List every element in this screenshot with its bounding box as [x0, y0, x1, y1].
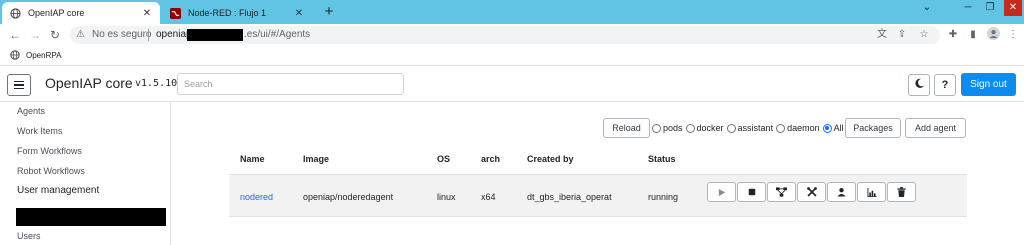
trash-icon: [897, 187, 906, 197]
filter-pods-radio[interactable]: pods: [652, 123, 683, 133]
divider: [148, 29, 149, 41]
address-bar[interactable]: ⚠ No es seguro openiap. .es/ui/#/Agents …: [70, 26, 940, 44]
bookmarks-bar: OpenRPA: [0, 46, 1024, 66]
agent-permissions-button[interactable]: [827, 182, 856, 202]
agent-stats-button[interactable]: [857, 182, 886, 202]
agent-type-filter: pods docker assistant daemon All: [652, 118, 847, 138]
sidebar-item-agents[interactable]: Agents: [17, 106, 45, 116]
restore-icon[interactable]: ❐: [981, 0, 999, 16]
agent-network-button[interactable]: [767, 182, 796, 202]
window-close-icon[interactable]: ✕: [1004, 0, 1022, 16]
redacted-block: [16, 208, 166, 226]
radio-button[interactable]: [726, 123, 736, 133]
app-brand[interactable]: OpenIAP core: [45, 75, 133, 91]
app-version: v1.5.10: [135, 78, 178, 89]
agent-settings-button[interactable]: [797, 182, 826, 202]
column-header-image[interactable]: Image: [303, 154, 329, 164]
url-path: .es/ui/#/Agents: [244, 29, 311, 40]
packages-button[interactable]: Packages: [845, 118, 901, 138]
browser-tab-openiap[interactable]: OpenIAP core ✕: [2, 2, 160, 24]
filter-docker-radio[interactable]: docker: [685, 123, 724, 133]
kebab-menu-icon[interactable]: ⋮: [1005, 27, 1021, 43]
globe-icon: [10, 7, 21, 19]
start-agent-button[interactable]: [707, 182, 736, 202]
filter-all-radio[interactable]: All: [822, 123, 844, 133]
address-bar-row: ← → ↻ ⚠ No es seguro openiap. .es/ui/#/A…: [0, 24, 1024, 46]
tab-title: OpenIAP core: [28, 8, 85, 18]
agent-name-link[interactable]: nodered: [240, 192, 273, 202]
sign-out-button[interactable]: Sign out: [961, 73, 1016, 96]
radio-button[interactable]: [685, 123, 695, 133]
play-icon: [718, 188, 726, 196]
node-red-icon: [170, 7, 181, 19]
side-panel-icon[interactable]: ▮: [965, 27, 981, 43]
agent-status: running: [648, 192, 679, 202]
sidebar-item-work-items[interactable]: Work Items: [17, 126, 62, 136]
close-icon[interactable]: ✕: [292, 8, 306, 19]
column-header-status[interactable]: Status: [648, 154, 676, 164]
filter-label: docker: [696, 123, 724, 133]
radio-button[interactable]: [776, 123, 786, 133]
user-icon: [837, 188, 846, 197]
column-header-arch[interactable]: arch: [481, 154, 500, 164]
help-button[interactable]: ?: [934, 74, 956, 96]
moon-icon: [914, 78, 925, 92]
redacted-block: [187, 29, 243, 41]
bookmark-label: OpenRPA: [26, 50, 62, 60]
sidebar-item-robot-workflows[interactable]: Robot Workflows: [17, 166, 85, 176]
agent-os: linux: [437, 192, 456, 202]
sidebar-item-users[interactable]: Users: [17, 231, 41, 241]
stop-icon: [748, 188, 755, 196]
browser-tab-strip: OpenIAP core ✕ Node-RED : Flujo 1 ✕ + ⌄ …: [0, 0, 1024, 24]
reload-button[interactable]: Reload: [603, 118, 650, 138]
filter-label: pods: [663, 123, 683, 133]
filter-label: daemon: [787, 123, 820, 133]
radio-button[interactable]: [652, 123, 661, 133]
filter-label: assistant: [737, 123, 774, 133]
star-icon[interactable]: ☆: [917, 26, 931, 44]
network-icon: [776, 187, 787, 197]
column-header-os[interactable]: OS: [437, 154, 450, 164]
warning-icon: ⚠: [76, 29, 85, 40]
globe-icon: [10, 50, 20, 60]
forward-arrow-icon[interactable]: →: [26, 26, 44, 44]
sidebar: Agents Work Items Form Workflows Robot W…: [0, 102, 171, 245]
browser-tab-node-red[interactable]: Node-RED : Flujo 1 ✕: [162, 2, 312, 24]
agent-image: openiap/noderedagent: [303, 192, 394, 202]
reload-icon[interactable]: ↻: [46, 26, 64, 44]
hamburger-menu-button[interactable]: [7, 74, 31, 96]
app-navbar: OpenIAP core v1.5.10 ? Sign out: [0, 66, 1024, 102]
filter-assistant-radio[interactable]: assistant: [726, 123, 774, 133]
agent-created-by: dt_gbs_iberia_operat: [527, 192, 612, 202]
tools-icon: [806, 187, 817, 197]
translate-icon[interactable]: 文: [875, 26, 889, 44]
minimize-icon[interactable]: ─: [959, 0, 977, 16]
chart-icon: [867, 187, 876, 197]
delete-agent-button[interactable]: [887, 182, 916, 202]
extensions-icon[interactable]: ✚: [945, 27, 961, 43]
filter-daemon-radio[interactable]: daemon: [776, 123, 820, 133]
tab-title: Node-RED : Flujo 1: [188, 8, 267, 18]
close-icon[interactable]: ✕: [140, 8, 154, 19]
radio-button-checked[interactable]: [822, 123, 832, 133]
sidebar-item-form-workflows[interactable]: Form Workflows: [17, 146, 82, 156]
column-header-created-by[interactable]: Created by: [527, 154, 574, 164]
security-label: No es seguro: [92, 29, 152, 40]
share-icon[interactable]: ⇪: [895, 26, 909, 44]
stop-agent-button[interactable]: [737, 182, 766, 202]
theme-toggle-button[interactable]: [908, 74, 930, 96]
agent-arch: x64: [481, 192, 496, 202]
back-arrow-icon[interactable]: ←: [6, 26, 24, 44]
new-tab-button[interactable]: +: [320, 3, 338, 21]
search-input[interactable]: [177, 73, 404, 95]
profile-icon[interactable]: [985, 27, 1001, 43]
column-header-name[interactable]: Name: [240, 154, 265, 164]
bookmark-openrpa[interactable]: OpenRPA: [10, 50, 61, 60]
tab-search-icon[interactable]: ⌄: [918, 0, 936, 16]
add-agent-button[interactable]: Add agent: [905, 118, 966, 138]
sidebar-section-user-management: User management: [17, 185, 100, 196]
filter-label: All: [833, 123, 844, 133]
